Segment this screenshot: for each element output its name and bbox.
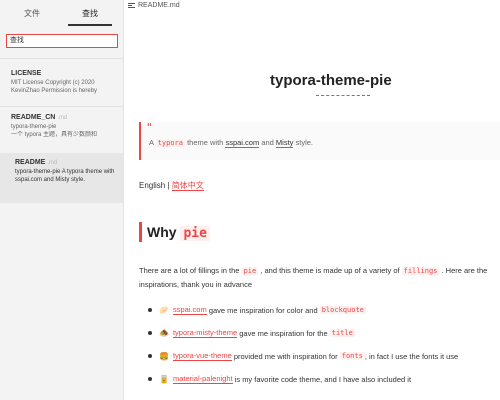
quote-text: A typora theme with sspai.com and Misty … — [149, 138, 314, 148]
tab-search[interactable]: 查找 — [68, 8, 112, 19]
inline-code: pie — [180, 226, 210, 241]
result-snippet: typora-theme-pie — [11, 124, 57, 130]
search-result-readme[interactable]: README .md typora-theme-pie A typora them… — [0, 153, 123, 203]
heading-why-pie: Why pie — [139, 222, 210, 242]
blockquote: “ A typora theme with sspai.com and Mist… — [139, 122, 500, 160]
paragraph: There are a lot of fillings in the pie ,… — [139, 266, 488, 289]
outline-menu-icon[interactable] — [128, 2, 135, 9]
inline-code: pie — [241, 267, 259, 275]
result-snippet: KevinZhao Permission is hereby — [11, 88, 98, 94]
list-item: 🥫 material-palenight is my favorite code… — [148, 374, 411, 384]
inline-code: blockquote — [319, 306, 366, 314]
search-result-readme-cn[interactable]: README_CN .md typora-theme-pie 一个 typora … — [0, 114, 134, 139]
document-filename: README.md — [138, 2, 180, 9]
divider — [0, 58, 123, 59]
canned-food-icon: 🥫 — [159, 374, 169, 384]
burger-icon: 🍔 — [159, 351, 169, 361]
result-title: README .md — [15, 159, 58, 166]
result-title: LICENSE — [11, 70, 42, 77]
dumpling-icon: 🥟 — [159, 305, 169, 315]
bullet — [148, 308, 152, 312]
search-result-license[interactable]: LICENSE MIT License Copyright (c) 2020 K… — [0, 70, 134, 95]
link-sspai[interactable]: sspai.com — [225, 138, 260, 148]
result-snippet: MIT License Copyright (c) 2020 — [11, 80, 95, 86]
falafel-icon: 🧆 — [159, 328, 169, 338]
active-tab-indicator — [68, 24, 112, 26]
list-item: 🧆 typora-misty-theme gave me inspiration… — [148, 328, 355, 338]
inline-code: title — [329, 329, 355, 337]
list-item: 🥟 sspai.com gave me inspiration for colo… — [148, 305, 366, 315]
bullet — [148, 377, 152, 381]
link-typora-vue-theme[interactable]: typora-vue-theme — [172, 351, 232, 361]
link-material-palenight[interactable]: material-palenight — [172, 374, 233, 384]
link-sspai-item[interactable]: sspai.com — [172, 305, 207, 315]
tab-files[interactable]: 文件 — [10, 8, 54, 19]
title-underline — [316, 95, 370, 96]
language-switch: English | 简体中文 — [139, 181, 204, 191]
result-snippet: typora-theme-pie A typora theme with ssp… — [15, 169, 115, 183]
link-chinese[interactable]: 简体中文 — [171, 181, 204, 191]
divider — [0, 106, 123, 107]
inline-code: fillings — [401, 267, 440, 275]
result-title: README_CN .md — [11, 114, 68, 121]
document-title: typora-theme-pie — [270, 72, 392, 89]
link-typora-misty-theme[interactable]: typora-misty-theme — [172, 328, 238, 338]
quote-mark-icon: “ — [147, 122, 152, 133]
link-misty[interactable]: Misty — [275, 138, 294, 148]
sidebar: 文件 查找 查找 LICENSE MIT License Copyright (… — [0, 0, 124, 400]
bullet — [148, 354, 152, 358]
inline-code: fonts — [339, 352, 365, 360]
search-input[interactable]: 查找 — [6, 34, 118, 48]
result-snippet: 一个 typora 主题，具有少数颜和 — [11, 132, 98, 138]
document-header: README.md — [128, 2, 180, 9]
inline-code: typora — [155, 139, 185, 147]
list-item: 🍔 typora-vue-theme provided me with insp… — [148, 351, 458, 361]
sidebar-tabs: 文件 查找 — [0, 0, 123, 28]
bullet — [148, 331, 152, 335]
